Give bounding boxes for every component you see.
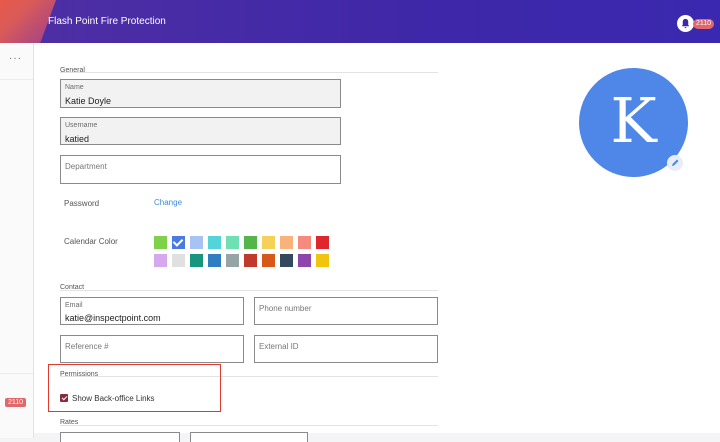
avatar-initial: K bbox=[610, 84, 657, 157]
name-field[interactable]: Name Katie Doyle bbox=[60, 79, 341, 108]
app-title[interactable]: Flash Point Fire Protection bbox=[48, 16, 166, 27]
calendar-color-swatch[interactable] bbox=[226, 236, 239, 249]
username-field[interactable]: Username katied bbox=[60, 117, 341, 145]
calendar-color-swatch[interactable] bbox=[226, 254, 239, 267]
notification-count-badge: 2110 bbox=[693, 19, 715, 29]
more-menu-icon[interactable]: ··· bbox=[9, 53, 22, 64]
calendar-color-swatch[interactable] bbox=[280, 236, 293, 249]
calendar-color-swatch[interactable] bbox=[262, 236, 275, 249]
username-value: katied bbox=[65, 134, 90, 144]
calendar-color-swatch[interactable] bbox=[262, 254, 275, 267]
calendar-color-swatch[interactable] bbox=[316, 236, 329, 249]
username-label: Username bbox=[65, 122, 98, 129]
department-field[interactable]: Department bbox=[60, 155, 341, 184]
email-field[interactable]: Email katie@inspectpoint.com bbox=[60, 297, 244, 325]
calendar-color-swatch[interactable] bbox=[208, 254, 221, 267]
calendar-color-swatch[interactable] bbox=[190, 254, 203, 267]
section-divider bbox=[60, 290, 438, 291]
calendar-color-swatch[interactable] bbox=[154, 254, 167, 267]
permissions-highlight bbox=[48, 364, 221, 412]
name-value: Katie Doyle bbox=[65, 96, 112, 106]
calendar-color-swatch[interactable] bbox=[316, 254, 329, 267]
phone-placeholder: Phone number bbox=[259, 304, 312, 313]
external-id-field[interactable]: External ID bbox=[254, 335, 438, 363]
calendar-color-swatch[interactable] bbox=[172, 236, 185, 249]
calendar-color-swatch[interactable] bbox=[208, 236, 221, 249]
rate-field[interactable] bbox=[60, 432, 180, 442]
section-divider bbox=[60, 425, 438, 426]
show-backoffice-label[interactable]: Show Back-office Links bbox=[72, 394, 155, 403]
calendar-color-swatch[interactable] bbox=[298, 254, 311, 267]
calendar-color-label: Calendar Color bbox=[64, 237, 118, 246]
change-password-link[interactable]: Change bbox=[154, 198, 182, 207]
section-divider bbox=[60, 72, 438, 73]
sidebar-divider bbox=[0, 373, 33, 374]
sidebar: ··· 2110 bbox=[0, 43, 34, 438]
edit-avatar-button[interactable] bbox=[667, 155, 683, 171]
sidebar-count-badge[interactable]: 2110 bbox=[5, 398, 27, 407]
top-bar: Flash Point Fire Protection 2110 bbox=[0, 0, 720, 43]
sidebar-divider bbox=[0, 79, 33, 80]
external-id-placeholder: External ID bbox=[259, 342, 299, 351]
phone-field[interactable]: Phone number bbox=[254, 297, 438, 325]
email-value: katie@inspectpoint.com bbox=[65, 313, 161, 323]
reference-placeholder: Reference # bbox=[65, 342, 109, 351]
show-backoffice-checkbox[interactable] bbox=[60, 394, 68, 402]
calendar-color-swatch[interactable] bbox=[154, 236, 167, 249]
calendar-color-swatch[interactable] bbox=[172, 254, 185, 267]
rate-field[interactable] bbox=[190, 432, 308, 442]
pencil-icon bbox=[672, 159, 679, 166]
department-placeholder: Department bbox=[65, 162, 107, 171]
calendar-color-swatch[interactable] bbox=[280, 254, 293, 267]
notification-bell-icon[interactable] bbox=[677, 15, 694, 32]
calendar-color-swatch[interactable] bbox=[244, 236, 257, 249]
email-label: Email bbox=[65, 302, 83, 309]
reference-field[interactable]: Reference # bbox=[60, 335, 244, 363]
calendar-color-swatch[interactable] bbox=[244, 254, 257, 267]
calendar-color-swatch[interactable] bbox=[298, 236, 311, 249]
calendar-color-swatch[interactable] bbox=[190, 236, 203, 249]
password-label: Password bbox=[64, 199, 100, 208]
name-label: Name bbox=[65, 84, 84, 91]
